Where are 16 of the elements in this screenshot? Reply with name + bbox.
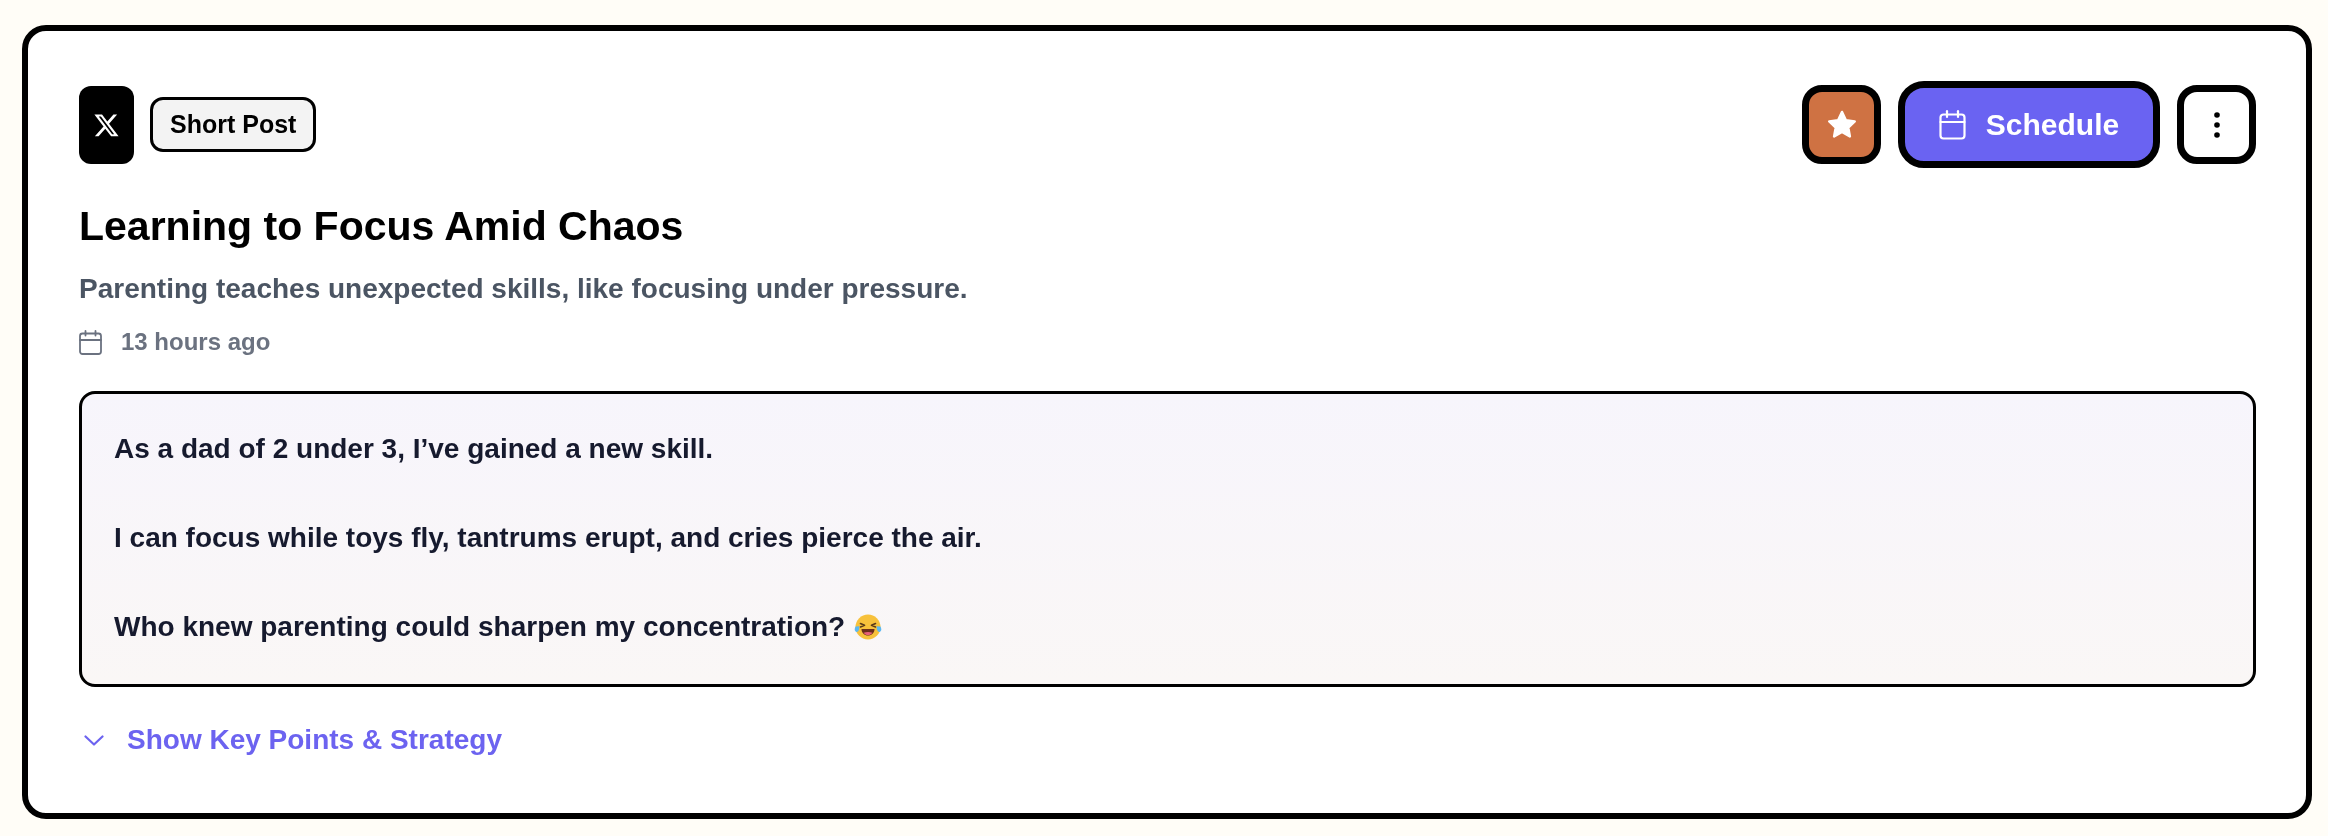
show-key-points-link[interactable]: Show Key Points & Strategy bbox=[79, 723, 502, 757]
post-paragraph: Who knew parenting could sharpen my concentration? bbox=[114, 610, 846, 644]
post-timestamp: 13 hours ago bbox=[121, 328, 271, 356]
post-paragraph: As a dad of 2 under 3, I’ve gained a new skill. bbox=[114, 432, 714, 466]
post-type-tag: Short Post bbox=[150, 97, 317, 152]
schedule-button[interactable]: Schedule bbox=[1898, 81, 2160, 168]
logo-icon bbox=[79, 85, 134, 164]
more-icon bbox=[2213, 111, 2220, 138]
post-title: Learning to Focus Amid Chaos bbox=[79, 202, 685, 251]
favorite-button[interactable] bbox=[1802, 85, 1881, 164]
calendar-icon bbox=[79, 329, 102, 355]
more-options-button[interactable] bbox=[2177, 85, 2256, 164]
calendar-icon bbox=[1938, 109, 1966, 140]
post-summary: Parenting teaches unexpected skills, like focusing under pressure. bbox=[79, 272, 969, 306]
star-icon bbox=[1826, 110, 1857, 139]
post-paragraph: I can focus while toys fly, tantrums erupt, and cries pierce the air. bbox=[114, 521, 982, 555]
